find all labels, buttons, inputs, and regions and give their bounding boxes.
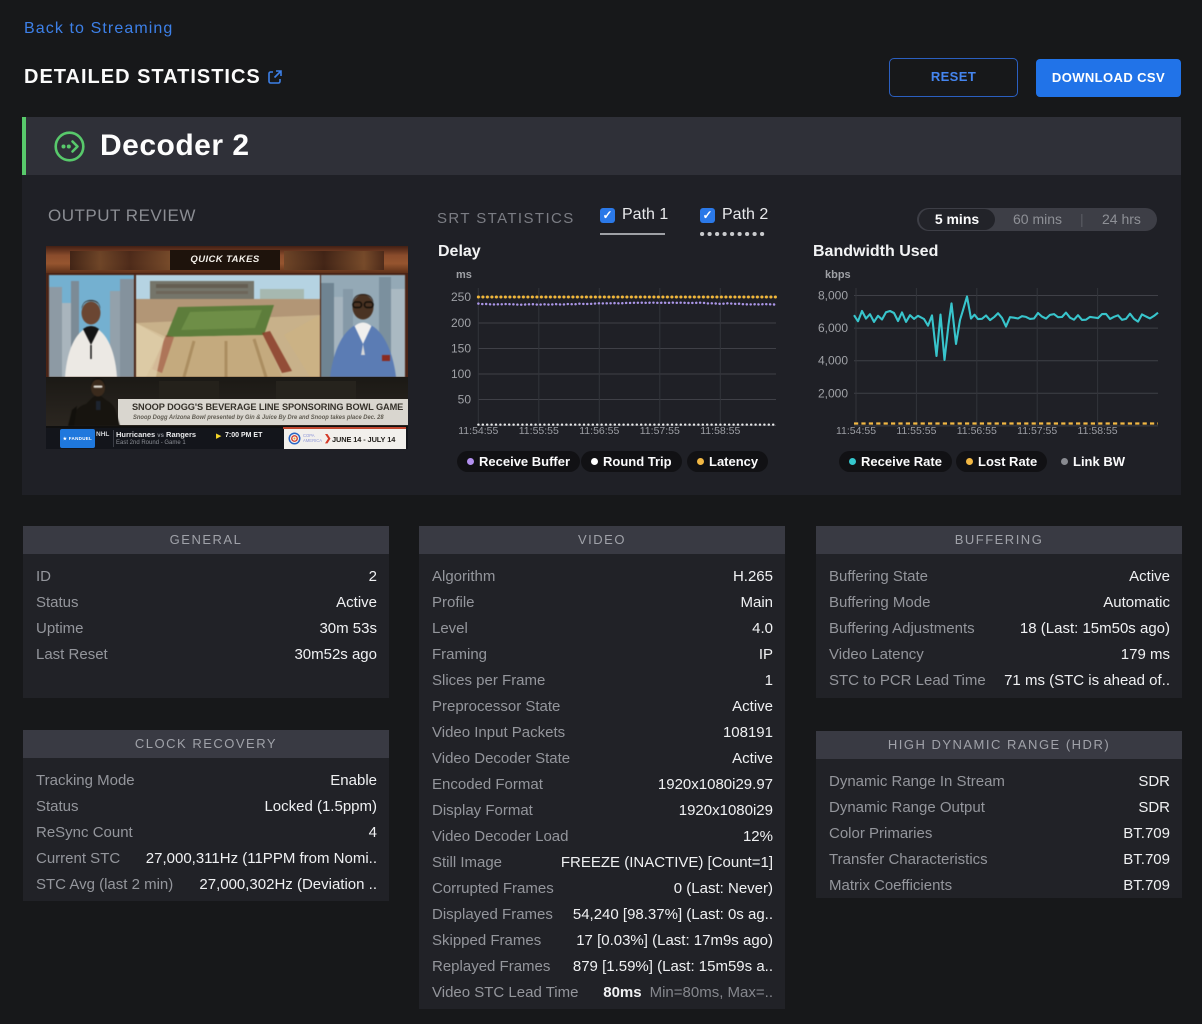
svg-text:11:56:55: 11:56:55 — [957, 425, 997, 437]
svg-text:11:54:55: 11:54:55 — [836, 425, 876, 437]
svg-text:kbps: kbps — [825, 269, 851, 281]
svg-text:6,000: 6,000 — [818, 321, 848, 335]
svg-text:4,000: 4,000 — [818, 354, 848, 368]
svg-text:11:58:55: 11:58:55 — [700, 425, 740, 437]
svg-text:11:57:55: 11:57:55 — [640, 425, 680, 437]
svg-text:11:55:55: 11:55:55 — [519, 425, 559, 437]
svg-text:11:55:55: 11:55:55 — [896, 425, 936, 437]
svg-text:11:58:55: 11:58:55 — [1078, 425, 1118, 437]
svg-text:ms: ms — [456, 269, 472, 281]
svg-text:11:57:55: 11:57:55 — [1017, 425, 1057, 437]
svg-text:100: 100 — [451, 367, 471, 381]
svg-text:200: 200 — [451, 316, 471, 330]
svg-text:2,000: 2,000 — [818, 386, 848, 400]
svg-text:150: 150 — [451, 342, 471, 356]
svg-text:11:54:55: 11:54:55 — [458, 425, 498, 437]
svg-text:50: 50 — [458, 393, 472, 407]
svg-text:11:56:55: 11:56:55 — [579, 425, 619, 437]
svg-text:250: 250 — [451, 290, 471, 304]
svg-text:8,000: 8,000 — [818, 289, 848, 303]
